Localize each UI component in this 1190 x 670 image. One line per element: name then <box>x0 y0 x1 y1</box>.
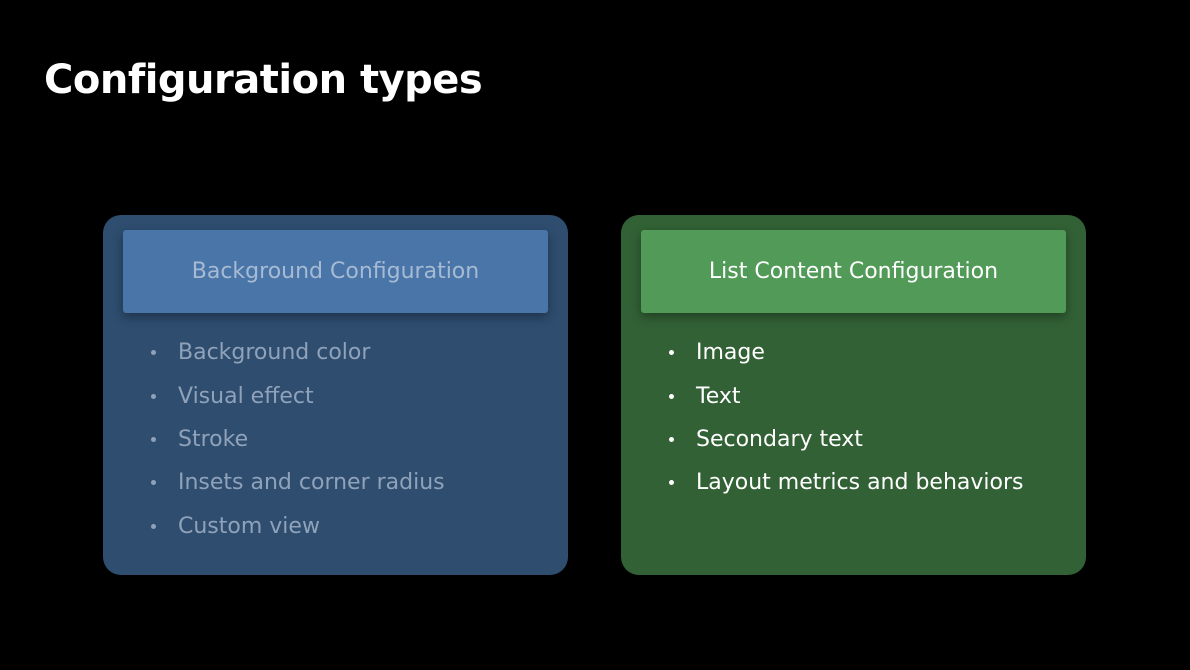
list-content-configuration-card: List Content Configuration Image Text Se… <box>621 215 1086 575</box>
list-item: Visual effect <box>151 374 445 417</box>
bullet-icon <box>151 393 156 399</box>
bullet-icon <box>151 350 156 356</box>
list-item: Background color <box>151 331 445 374</box>
bullet-icon <box>669 436 674 442</box>
list-item-label: Stroke <box>178 426 249 452</box>
list-item-label: Secondary text <box>696 426 863 452</box>
slide-title: Configuration types <box>44 57 483 103</box>
list-item-label: Insets and corner radius <box>178 470 445 496</box>
list-item: Secondary text <box>669 418 1024 461</box>
list-item-label: Image <box>696 340 765 366</box>
list-item-label: Visual effect <box>178 383 314 409</box>
bullet-icon <box>669 480 674 486</box>
list-item-label: Background color <box>178 340 371 366</box>
list-item-label: Layout metrics and behaviors <box>696 470 1024 496</box>
background-configuration-card: Background Configuration Background colo… <box>103 215 568 575</box>
list-item: Stroke <box>151 418 445 461</box>
list-item: Insets and corner radius <box>151 461 445 504</box>
list-item-label: Custom view <box>178 513 320 539</box>
bullet-icon <box>151 523 156 529</box>
card-header-list-content-configuration: List Content Configuration <box>641 230 1066 313</box>
bullet-list: Background color Visual effect Stroke In… <box>151 331 445 548</box>
card-header-background-configuration: Background Configuration <box>123 230 548 313</box>
bullet-icon <box>151 436 156 442</box>
list-item: Custom view <box>151 505 445 548</box>
bullet-icon <box>669 393 674 399</box>
list-item-label: Text <box>696 383 741 409</box>
bullet-icon <box>669 350 674 356</box>
list-item: Text <box>669 374 1024 417</box>
bullet-list: Image Text Secondary text Layout metrics… <box>669 331 1024 505</box>
bullet-icon <box>151 480 156 486</box>
list-item: Image <box>669 331 1024 374</box>
list-item: Layout metrics and behaviors <box>669 461 1024 504</box>
